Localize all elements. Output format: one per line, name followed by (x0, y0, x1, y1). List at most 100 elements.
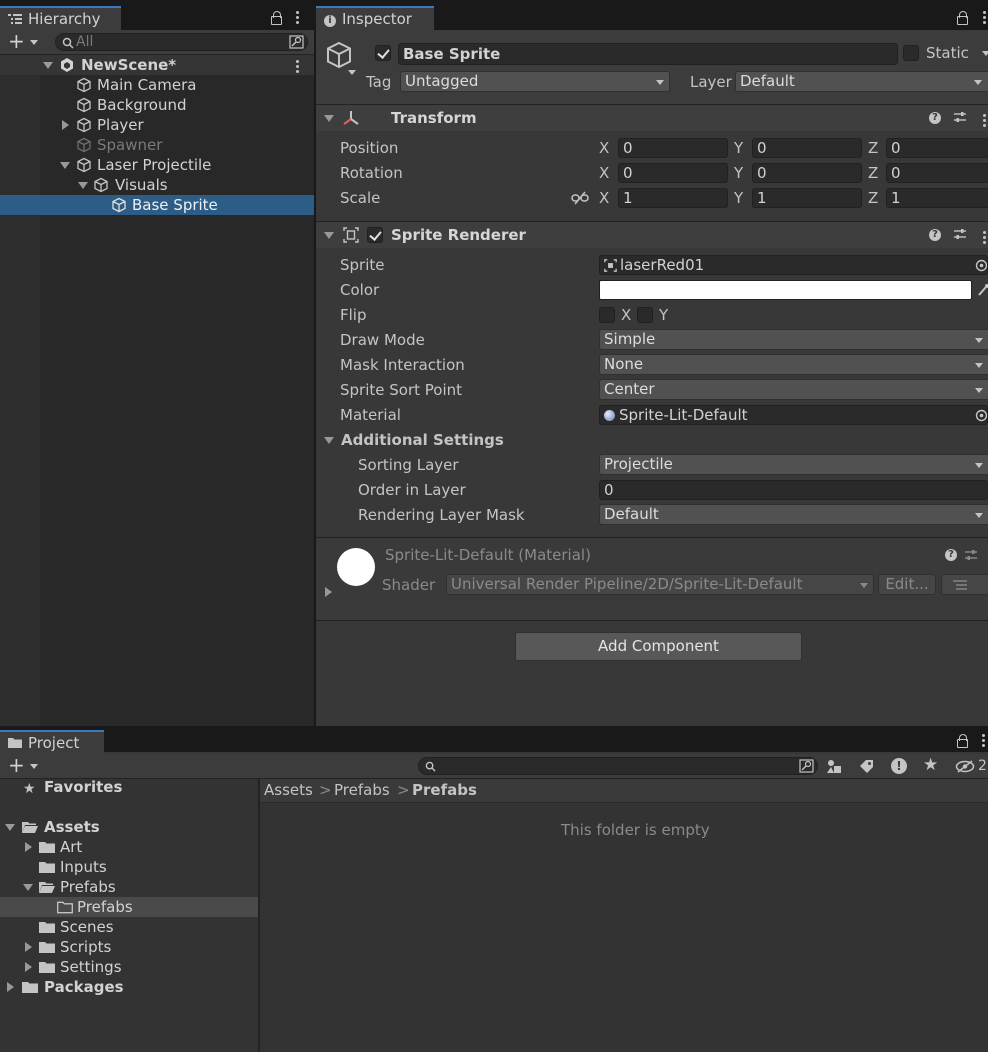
transform-header[interactable]: Transform ? (316, 105, 988, 131)
folder-row-packages[interactable]: Packages (0, 977, 258, 997)
hierarchy-search-input[interactable]: All (55, 33, 308, 51)
hierarchy-item-player[interactable]: Player (0, 115, 314, 135)
foldout-closed-icon[interactable] (62, 120, 69, 130)
additional-settings-foldout-icon[interactable] (324, 437, 334, 444)
add-button[interactable]: + (6, 29, 42, 53)
help-icon[interactable]: ? (945, 549, 957, 561)
favorite-star-icon[interactable]: ★ (923, 755, 938, 775)
layer-dropdown[interactable]: Default (735, 71, 988, 92)
folder-row-scripts[interactable]: Scripts (0, 937, 258, 957)
foldout-open-icon[interactable] (43, 62, 53, 69)
draw-mode-dropdown[interactable]: Simple (599, 329, 988, 350)
additional-settings-label[interactable]: Additional Settings (341, 430, 504, 450)
folder-row-prefabs[interactable]: Prefabs (0, 877, 258, 897)
rotation-z-field[interactable]: 0 (886, 163, 988, 183)
folder-row-inputs[interactable]: Inputs (0, 857, 258, 877)
search-by-label-icon[interactable] (859, 759, 874, 774)
sprite-object-field[interactable]: laserRed01 (599, 255, 988, 275)
breadcrumb-item[interactable]: Prefabs (334, 780, 390, 800)
rotation-x-field[interactable]: 0 (618, 163, 728, 183)
presets-icon[interactable] (964, 548, 978, 562)
position-x-field[interactable]: 0 (618, 138, 728, 158)
presets-icon[interactable] (953, 110, 967, 124)
scale-z-field[interactable]: 1 (886, 188, 988, 208)
scene-menu-icon[interactable] (296, 58, 300, 75)
hierarchy-item-spawner[interactable]: Spawner (0, 135, 314, 155)
sprite-sort-point-dropdown[interactable]: Center (599, 379, 988, 400)
foldout-closed-icon[interactable] (7, 982, 14, 992)
breadcrumb-item[interactable]: Assets (264, 780, 313, 800)
more-options-icon[interactable] (983, 9, 987, 26)
shader-edit-button[interactable]: Edit... (878, 574, 936, 595)
active-checkbox[interactable] (375, 45, 391, 61)
favorites-row[interactable]: ★ Favorites (0, 778, 258, 799)
position-y-field[interactable]: 0 (752, 138, 862, 158)
project-tab[interactable]: Project (0, 730, 104, 754)
folder-row-settings[interactable]: Settings (0, 957, 258, 977)
shader-options-button[interactable] (941, 574, 988, 595)
create-button[interactable]: + (6, 753, 42, 777)
presets-icon[interactable] (953, 227, 967, 241)
tag-dropdown[interactable]: Untagged (400, 71, 670, 92)
foldout-open-icon[interactable] (60, 162, 70, 169)
project-search-input[interactable] (418, 757, 818, 775)
help-icon[interactable]: ? (929, 112, 941, 124)
shader-dropdown[interactable]: Universal Render Pipeline/2D/Sprite-Lit-… (446, 574, 874, 595)
unlink-scale-icon[interactable] (571, 191, 589, 205)
foldout-closed-icon[interactable] (25, 962, 32, 972)
component-menu-icon[interactable] (983, 112, 987, 129)
sprite-renderer-header[interactable]: Sprite Renderer ? (316, 222, 988, 248)
flip-x-checkbox[interactable] (599, 307, 615, 323)
hierarchy-item-laser-projectile[interactable]: Laser Projectile (0, 155, 314, 175)
hierarchy-item-main-camera[interactable]: Main Camera (0, 75, 314, 95)
more-options-icon[interactable] (982, 732, 986, 749)
color-swatch[interactable] (599, 280, 972, 300)
lock-icon[interactable] (271, 11, 282, 25)
help-icon[interactable]: ? (929, 229, 941, 241)
scale-y-field[interactable]: 1 (752, 188, 862, 208)
more-options-icon[interactable] (296, 9, 300, 26)
add-component-button[interactable]: Add Component (515, 632, 802, 661)
eyedropper-icon[interactable] (977, 283, 988, 297)
scale-x-field[interactable]: 1 (618, 188, 728, 208)
hierarchy-item-base-sprite-selected[interactable]: Base Sprite (0, 195, 314, 215)
lock-icon[interactable] (957, 11, 968, 25)
sorting-layer-dropdown[interactable]: Projectile (599, 454, 988, 475)
scene-row[interactable]: NewScene* (0, 55, 314, 75)
hidden-packages-eye-icon[interactable] (955, 760, 975, 773)
lock-icon[interactable] (957, 734, 968, 748)
foldout-open-icon[interactable] (5, 824, 15, 831)
object-name-input[interactable]: Base Sprite (398, 43, 898, 65)
folder-row-scenes[interactable]: Scenes (0, 917, 258, 937)
static-chevron-down-icon[interactable] (982, 51, 988, 56)
foldout-closed-icon[interactable] (25, 942, 32, 952)
hierarchy-item-background[interactable]: Background (0, 95, 314, 115)
rotation-y-field[interactable]: 0 (752, 163, 862, 183)
hierarchy-item-visuals[interactable]: Visuals (0, 175, 314, 195)
mask-interaction-dropdown[interactable]: None (599, 354, 988, 375)
material-object-field[interactable]: Sprite-Lit-Default (599, 405, 988, 425)
rendering-layer-mask-dropdown[interactable]: Default (599, 504, 988, 525)
folder-row-prefabs-sub-selected[interactable]: Prefabs (0, 897, 258, 917)
material-foldout-icon[interactable] (325, 587, 332, 597)
hierarchy-tab[interactable]: Hierarchy (0, 6, 121, 30)
object-picker-icon[interactable] (975, 259, 988, 272)
static-checkbox[interactable] (903, 45, 919, 61)
foldout-open-icon[interactable] (78, 182, 88, 189)
search-by-type-icon[interactable] (826, 759, 842, 774)
search-options-icon[interactable] (799, 759, 814, 773)
folder-row-assets[interactable]: Assets (0, 817, 258, 837)
foldout-closed-icon[interactable] (25, 842, 32, 852)
flip-y-checkbox[interactable] (637, 307, 653, 323)
sprite-renderer-enabled-checkbox[interactable] (367, 227, 383, 243)
inspector-tab[interactable]: i Inspector (316, 6, 434, 30)
position-z-field[interactable]: 0 (886, 138, 988, 158)
icon-chevron-down-icon[interactable] (348, 70, 356, 75)
foldout-open-icon[interactable] (324, 115, 334, 122)
search-options-icon[interactable] (289, 35, 304, 49)
order-in-layer-field[interactable]: 0 (599, 480, 988, 500)
foldout-open-icon[interactable] (324, 232, 334, 239)
object-picker-icon[interactable] (975, 409, 988, 422)
component-menu-icon[interactable] (983, 229, 987, 246)
log-warning-icon[interactable]: ! (891, 758, 907, 774)
